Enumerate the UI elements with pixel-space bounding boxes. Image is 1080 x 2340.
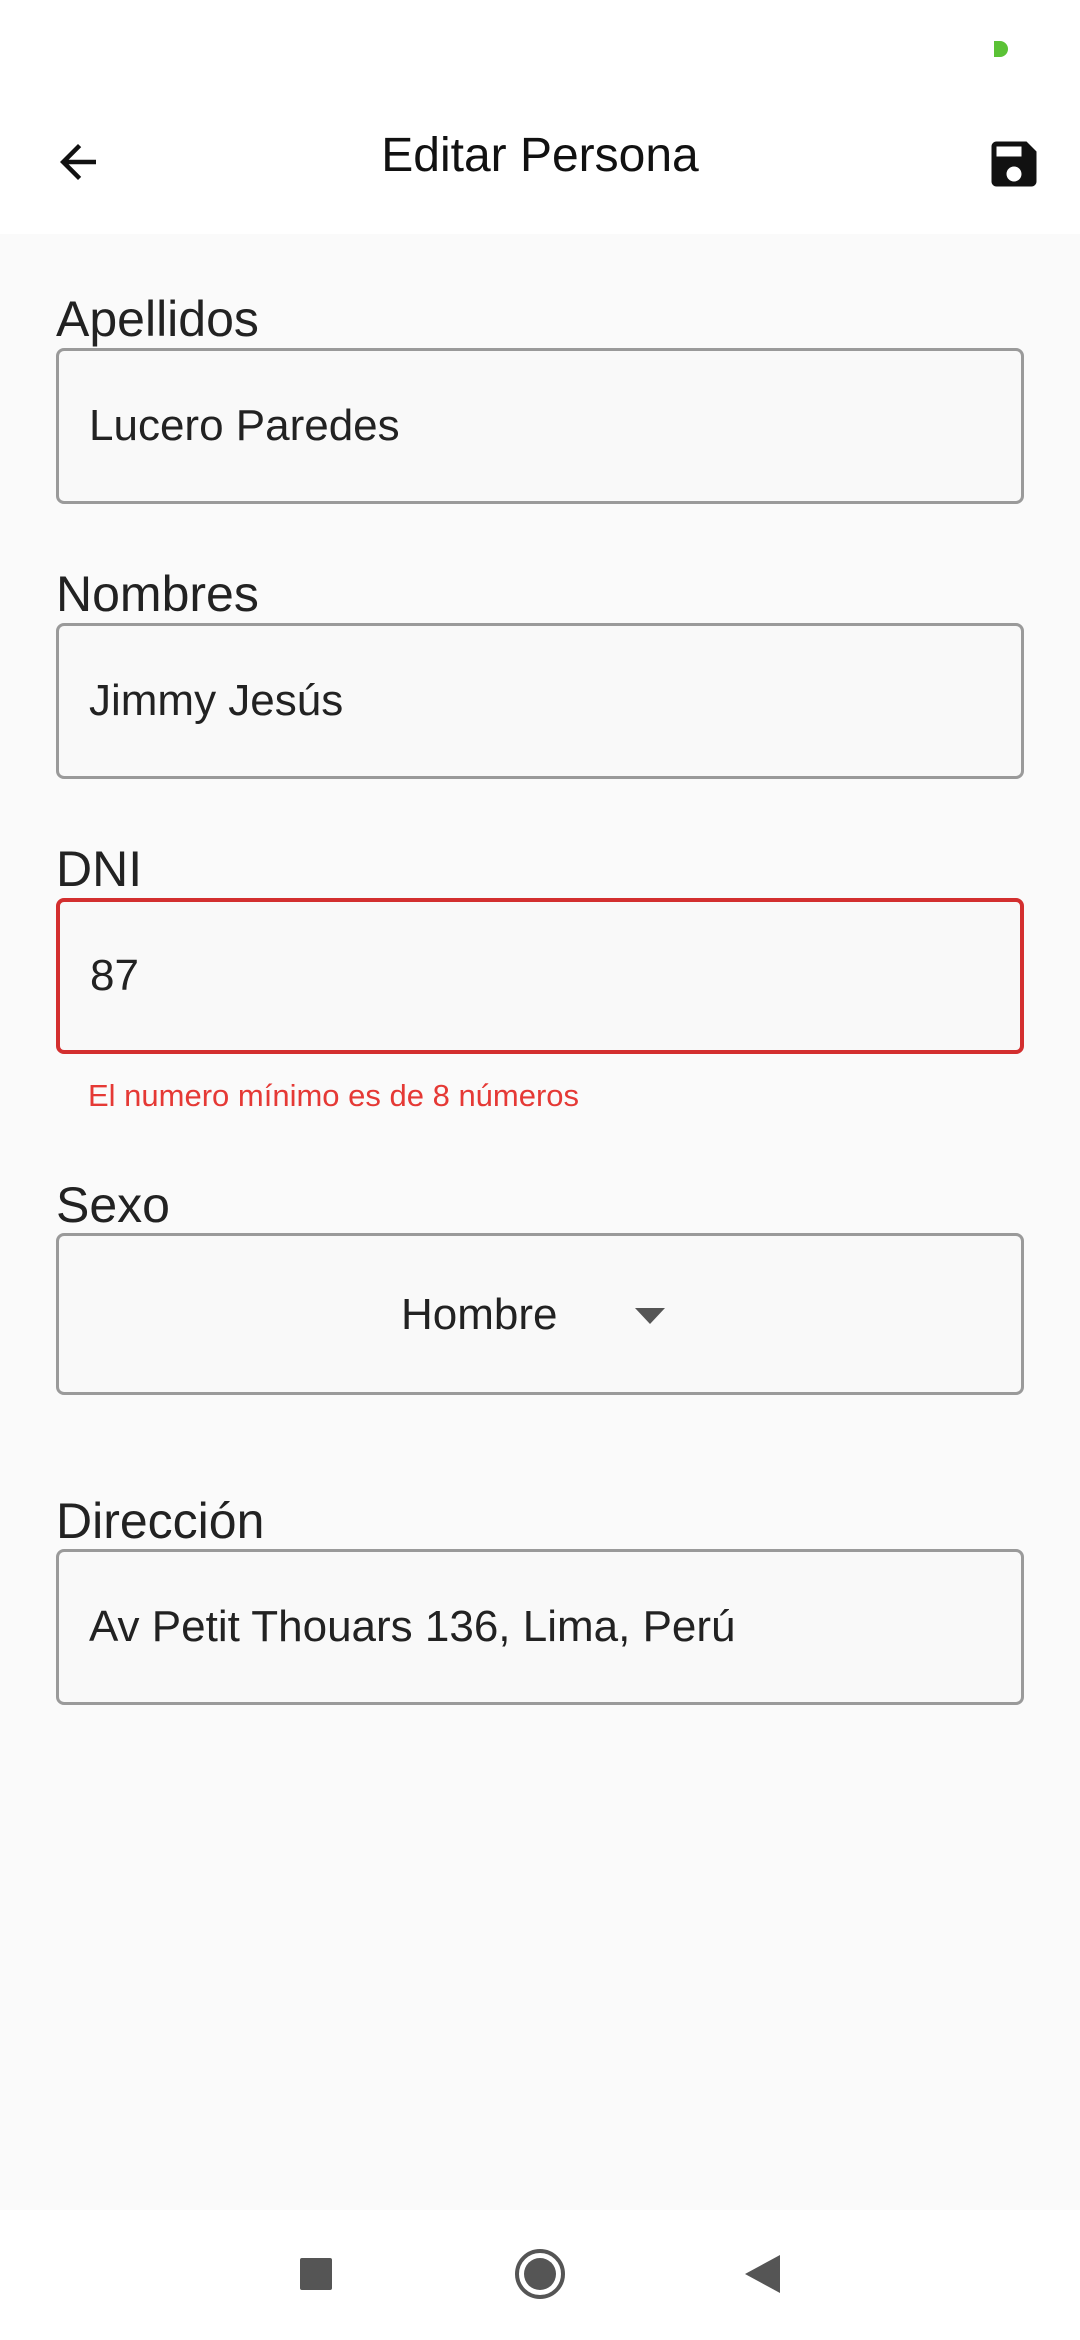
nombres-label: Nombres	[56, 566, 259, 622]
dropdown-arrow-icon	[635, 1308, 665, 1324]
app-bar: Editar Persona	[0, 100, 1080, 234]
status-bar	[0, 0, 1080, 100]
save-button[interactable]	[970, 120, 1058, 208]
recents-button[interactable]	[276, 2234, 356, 2314]
dni-label: DNI	[56, 841, 143, 897]
apellidos-label: Apellidos	[56, 291, 259, 347]
system-navigation-bar	[0, 2210, 1080, 2340]
apellidos-input[interactable]	[89, 351, 989, 501]
back-button[interactable]	[36, 120, 120, 204]
sexo-label: Sexo	[56, 1177, 170, 1233]
dni-error-message: El numero mínimo es de 8 números	[88, 1078, 580, 1113]
dni-input[interactable]	[90, 902, 990, 1050]
nombres-input[interactable]	[89, 626, 989, 776]
sexo-dropdown[interactable]: Hombre	[56, 1233, 1024, 1395]
home-button[interactable]	[500, 2234, 580, 2314]
nombres-field[interactable]	[56, 623, 1024, 779]
direccion-label: Dirección	[56, 1493, 265, 1549]
page-title: Editar Persona	[381, 129, 699, 182]
back-triangle-icon	[745, 2255, 780, 2293]
back-nav-button[interactable]	[722, 2234, 802, 2314]
apellidos-field[interactable]	[56, 348, 1024, 504]
recents-square-icon	[300, 2258, 332, 2290]
direccion-input[interactable]	[89, 1552, 989, 1702]
arrow-left-icon	[60, 144, 96, 180]
direccion-field[interactable]	[56, 1549, 1024, 1705]
home-circle-icon	[515, 2249, 565, 2299]
dni-field[interactable]	[56, 898, 1024, 1054]
status-indicator-icon	[994, 41, 1008, 57]
sexo-selected-value: Hombre	[401, 1290, 558, 1339]
floppy-disk-icon	[991, 141, 1037, 187]
